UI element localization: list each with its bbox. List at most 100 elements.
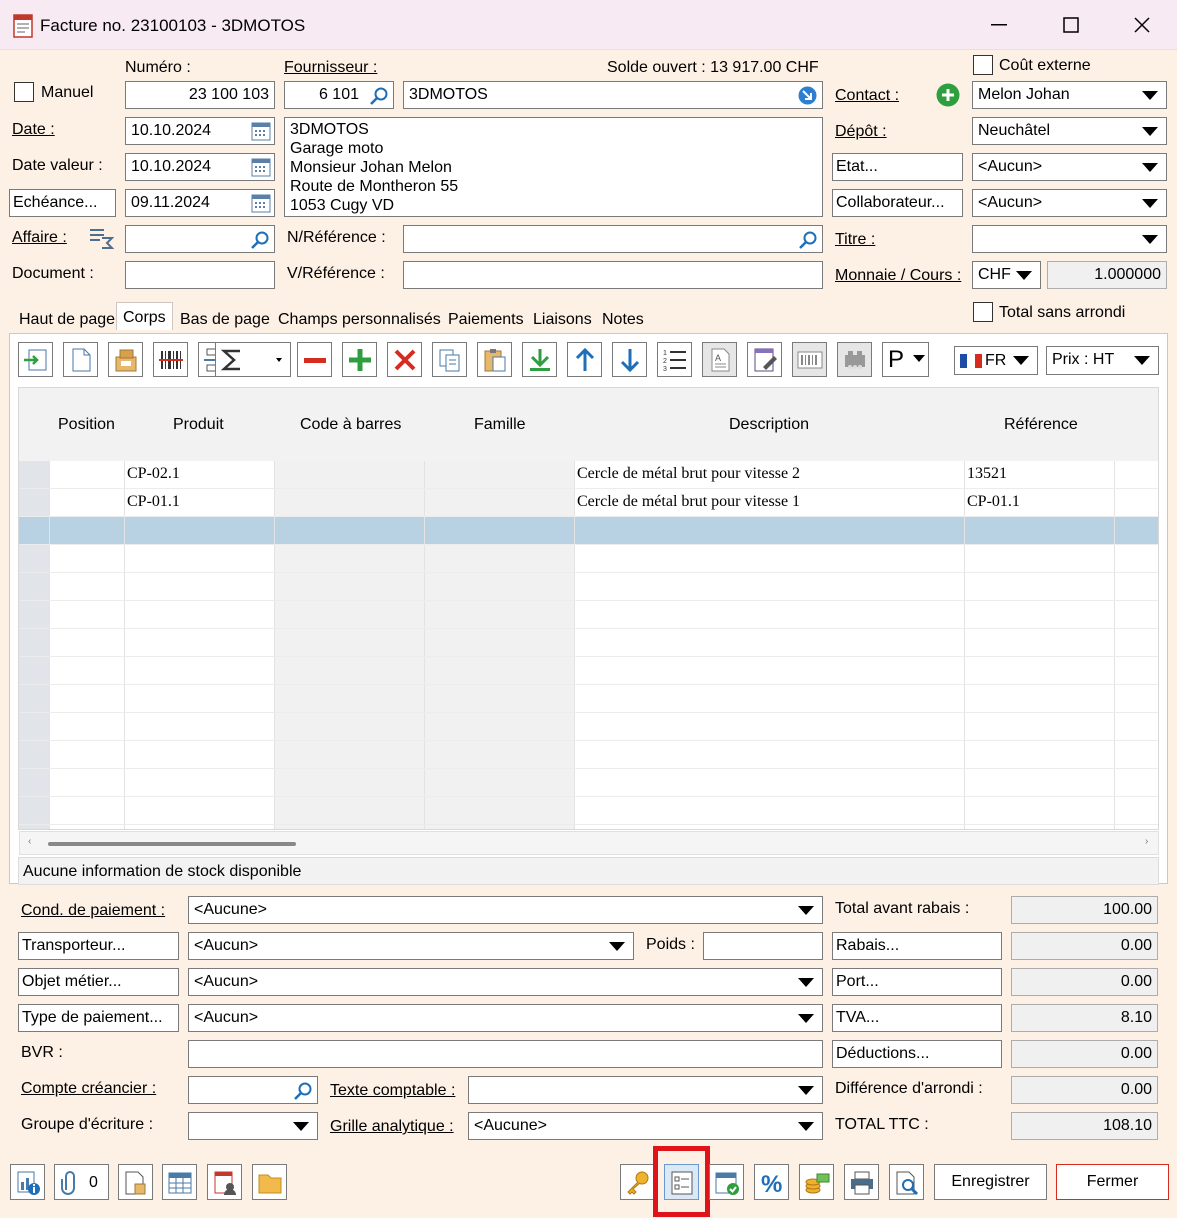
- cell-produit[interactable]: CP-01.1: [127, 489, 180, 515]
- column-header-reference[interactable]: Référence: [1004, 416, 1078, 434]
- search-icon[interactable]: [293, 1081, 313, 1101]
- key-button[interactable]: [620, 1164, 655, 1200]
- export-document-button[interactable]: [118, 1164, 153, 1200]
- cond-paiement-select[interactable]: <Aucune>: [188, 896, 823, 924]
- depot-select[interactable]: Neuchâtel: [972, 117, 1167, 145]
- percent-button[interactable]: %: [754, 1164, 789, 1200]
- objet-metier-select[interactable]: <Aucun>: [188, 968, 823, 996]
- numbering-button[interactable]: 123: [657, 342, 692, 377]
- etat-select[interactable]: <Aucun>: [972, 153, 1167, 181]
- nref-input[interactable]: [403, 225, 823, 253]
- monnaie-select[interactable]: CHF: [972, 261, 1041, 289]
- price-mode-select[interactable]: Prix : HT: [1046, 346, 1159, 375]
- close-window-icon[interactable]: [1134, 17, 1150, 33]
- edit-document-button[interactable]: [747, 342, 782, 377]
- scrollbar-thumb[interactable]: [48, 842, 296, 846]
- tab-bas-de-page[interactable]: Bas de page: [178, 308, 272, 334]
- machine-button[interactable]: [837, 342, 872, 377]
- calendar-icon[interactable]: [249, 191, 273, 215]
- rabais-button[interactable]: Rabais...: [832, 932, 1002, 960]
- search-icon[interactable]: [250, 230, 270, 250]
- column-header-famille[interactable]: Famille: [474, 416, 526, 434]
- contact-label[interactable]: Contact :: [835, 86, 899, 106]
- address-box[interactable]: 3DMOTOS Garage moto Monsieur Johan Melon…: [284, 117, 823, 217]
- document-input[interactable]: [125, 261, 275, 289]
- selected-row[interactable]: [19, 517, 1158, 545]
- tab-liaisons[interactable]: Liaisons: [531, 308, 594, 334]
- subtotal-dropdown-button[interactable]: [215, 342, 291, 377]
- manuel-checkbox[interactable]: [14, 82, 34, 102]
- type-paiement-select[interactable]: <Aucun>: [188, 1004, 823, 1032]
- total-sans-arrondi-checkbox[interactable]: [973, 302, 993, 322]
- barcode-button[interactable]: [153, 342, 188, 377]
- cell-reference[interactable]: 13521: [967, 461, 1007, 487]
- calendar-icon[interactable]: [249, 155, 273, 179]
- language-select[interactable]: FR: [954, 346, 1038, 375]
- text-format-button[interactable]: A: [702, 342, 737, 377]
- move-up-button[interactable]: [567, 342, 602, 377]
- date-valeur-input[interactable]: 10.10.2024: [125, 153, 275, 181]
- transporteur-select[interactable]: <Aucun>: [188, 932, 634, 960]
- column-header-produit[interactable]: Produit: [173, 416, 224, 434]
- fournisseur-name-input[interactable]: 3DMOTOS: [403, 81, 823, 109]
- validate-document-button[interactable]: [709, 1164, 744, 1200]
- table-row[interactable]: CP-01.1 Cercle de métal brut pour vitess…: [19, 489, 1158, 517]
- grille-analytique-select[interactable]: <Aucune>: [468, 1112, 823, 1140]
- details-list-button[interactable]: [664, 1164, 699, 1200]
- navigate-arrow-icon[interactable]: [798, 86, 817, 105]
- cell-description[interactable]: Cercle de métal brut pour vitesse 1: [577, 489, 800, 515]
- compte-creancier-input[interactable]: [188, 1076, 318, 1104]
- table-view-button[interactable]: [162, 1164, 197, 1200]
- calendar-icon[interactable]: [249, 119, 273, 143]
- bvr-input[interactable]: [188, 1040, 823, 1068]
- tab-paiements[interactable]: Paiements: [446, 308, 526, 334]
- cell-reference[interactable]: CP-01.1: [967, 489, 1020, 515]
- print-button[interactable]: [844, 1164, 879, 1200]
- copy-button[interactable]: [432, 342, 467, 377]
- price-type-dropdown[interactable]: P: [882, 342, 929, 377]
- scroll-left-icon[interactable]: ‹: [28, 836, 31, 847]
- groupe-ecriture-select[interactable]: [188, 1112, 318, 1140]
- attachments-button[interactable]: 0: [54, 1164, 109, 1200]
- port-button[interactable]: Port...: [832, 968, 1002, 996]
- move-bottom-button[interactable]: [522, 342, 557, 377]
- date-input[interactable]: 10.10.2024: [125, 117, 275, 145]
- invoice-contact-button[interactable]: [207, 1164, 242, 1200]
- add-contact-icon[interactable]: [936, 83, 960, 107]
- fournisseur-code-input[interactable]: 6 101: [284, 81, 394, 109]
- lines-grid[interactable]: Position Produit Code à barres Famille D…: [18, 387, 1159, 830]
- delete-line-button[interactable]: [387, 342, 422, 377]
- objet-metier-button[interactable]: Objet métier...: [18, 968, 179, 996]
- tab-champs-personnalises[interactable]: Champs personnalisés: [276, 308, 443, 334]
- folder-button[interactable]: [252, 1164, 287, 1200]
- scroll-right-icon[interactable]: ›: [1145, 836, 1148, 847]
- search-icon[interactable]: [369, 86, 389, 106]
- tab-haut-de-page[interactable]: Haut de page: [17, 308, 117, 334]
- horizontal-scrollbar[interactable]: ‹ ›: [19, 831, 1159, 855]
- cell-description[interactable]: Cercle de métal brut pour vitesse 2: [577, 461, 800, 487]
- catalog-button[interactable]: [108, 342, 143, 377]
- move-down-button[interactable]: [612, 342, 647, 377]
- etat-button[interactable]: Etat...: [832, 153, 963, 181]
- affaire-input[interactable]: [125, 225, 275, 253]
- tab-notes[interactable]: Notes: [600, 308, 646, 334]
- tab-corps[interactable]: Corps: [116, 302, 173, 330]
- money-button[interactable]: [799, 1164, 834, 1200]
- minimize-icon[interactable]: [991, 24, 1007, 26]
- deductions-button[interactable]: Déductions...: [832, 1040, 1002, 1068]
- type-paiement-button[interactable]: Type de paiement...: [18, 1004, 179, 1032]
- poids-input[interactable]: [703, 932, 823, 960]
- new-document-button[interactable]: [63, 342, 98, 377]
- cours-input[interactable]: 1.000000: [1047, 261, 1167, 289]
- affaire-sum-icon[interactable]: [88, 226, 114, 250]
- search-icon[interactable]: [798, 230, 818, 250]
- document-info-button[interactable]: [10, 1164, 45, 1200]
- cout-externe-checkbox[interactable]: [973, 55, 993, 75]
- barcode-label-button[interactable]: [792, 342, 827, 377]
- add-line-button[interactable]: [342, 342, 377, 377]
- remove-line-button[interactable]: [297, 342, 332, 377]
- import-button[interactable]: [18, 342, 53, 377]
- column-header-description[interactable]: Description: [729, 416, 809, 434]
- echeance-input[interactable]: 09.11.2024: [125, 189, 275, 217]
- texte-comptable-select[interactable]: [468, 1076, 823, 1104]
